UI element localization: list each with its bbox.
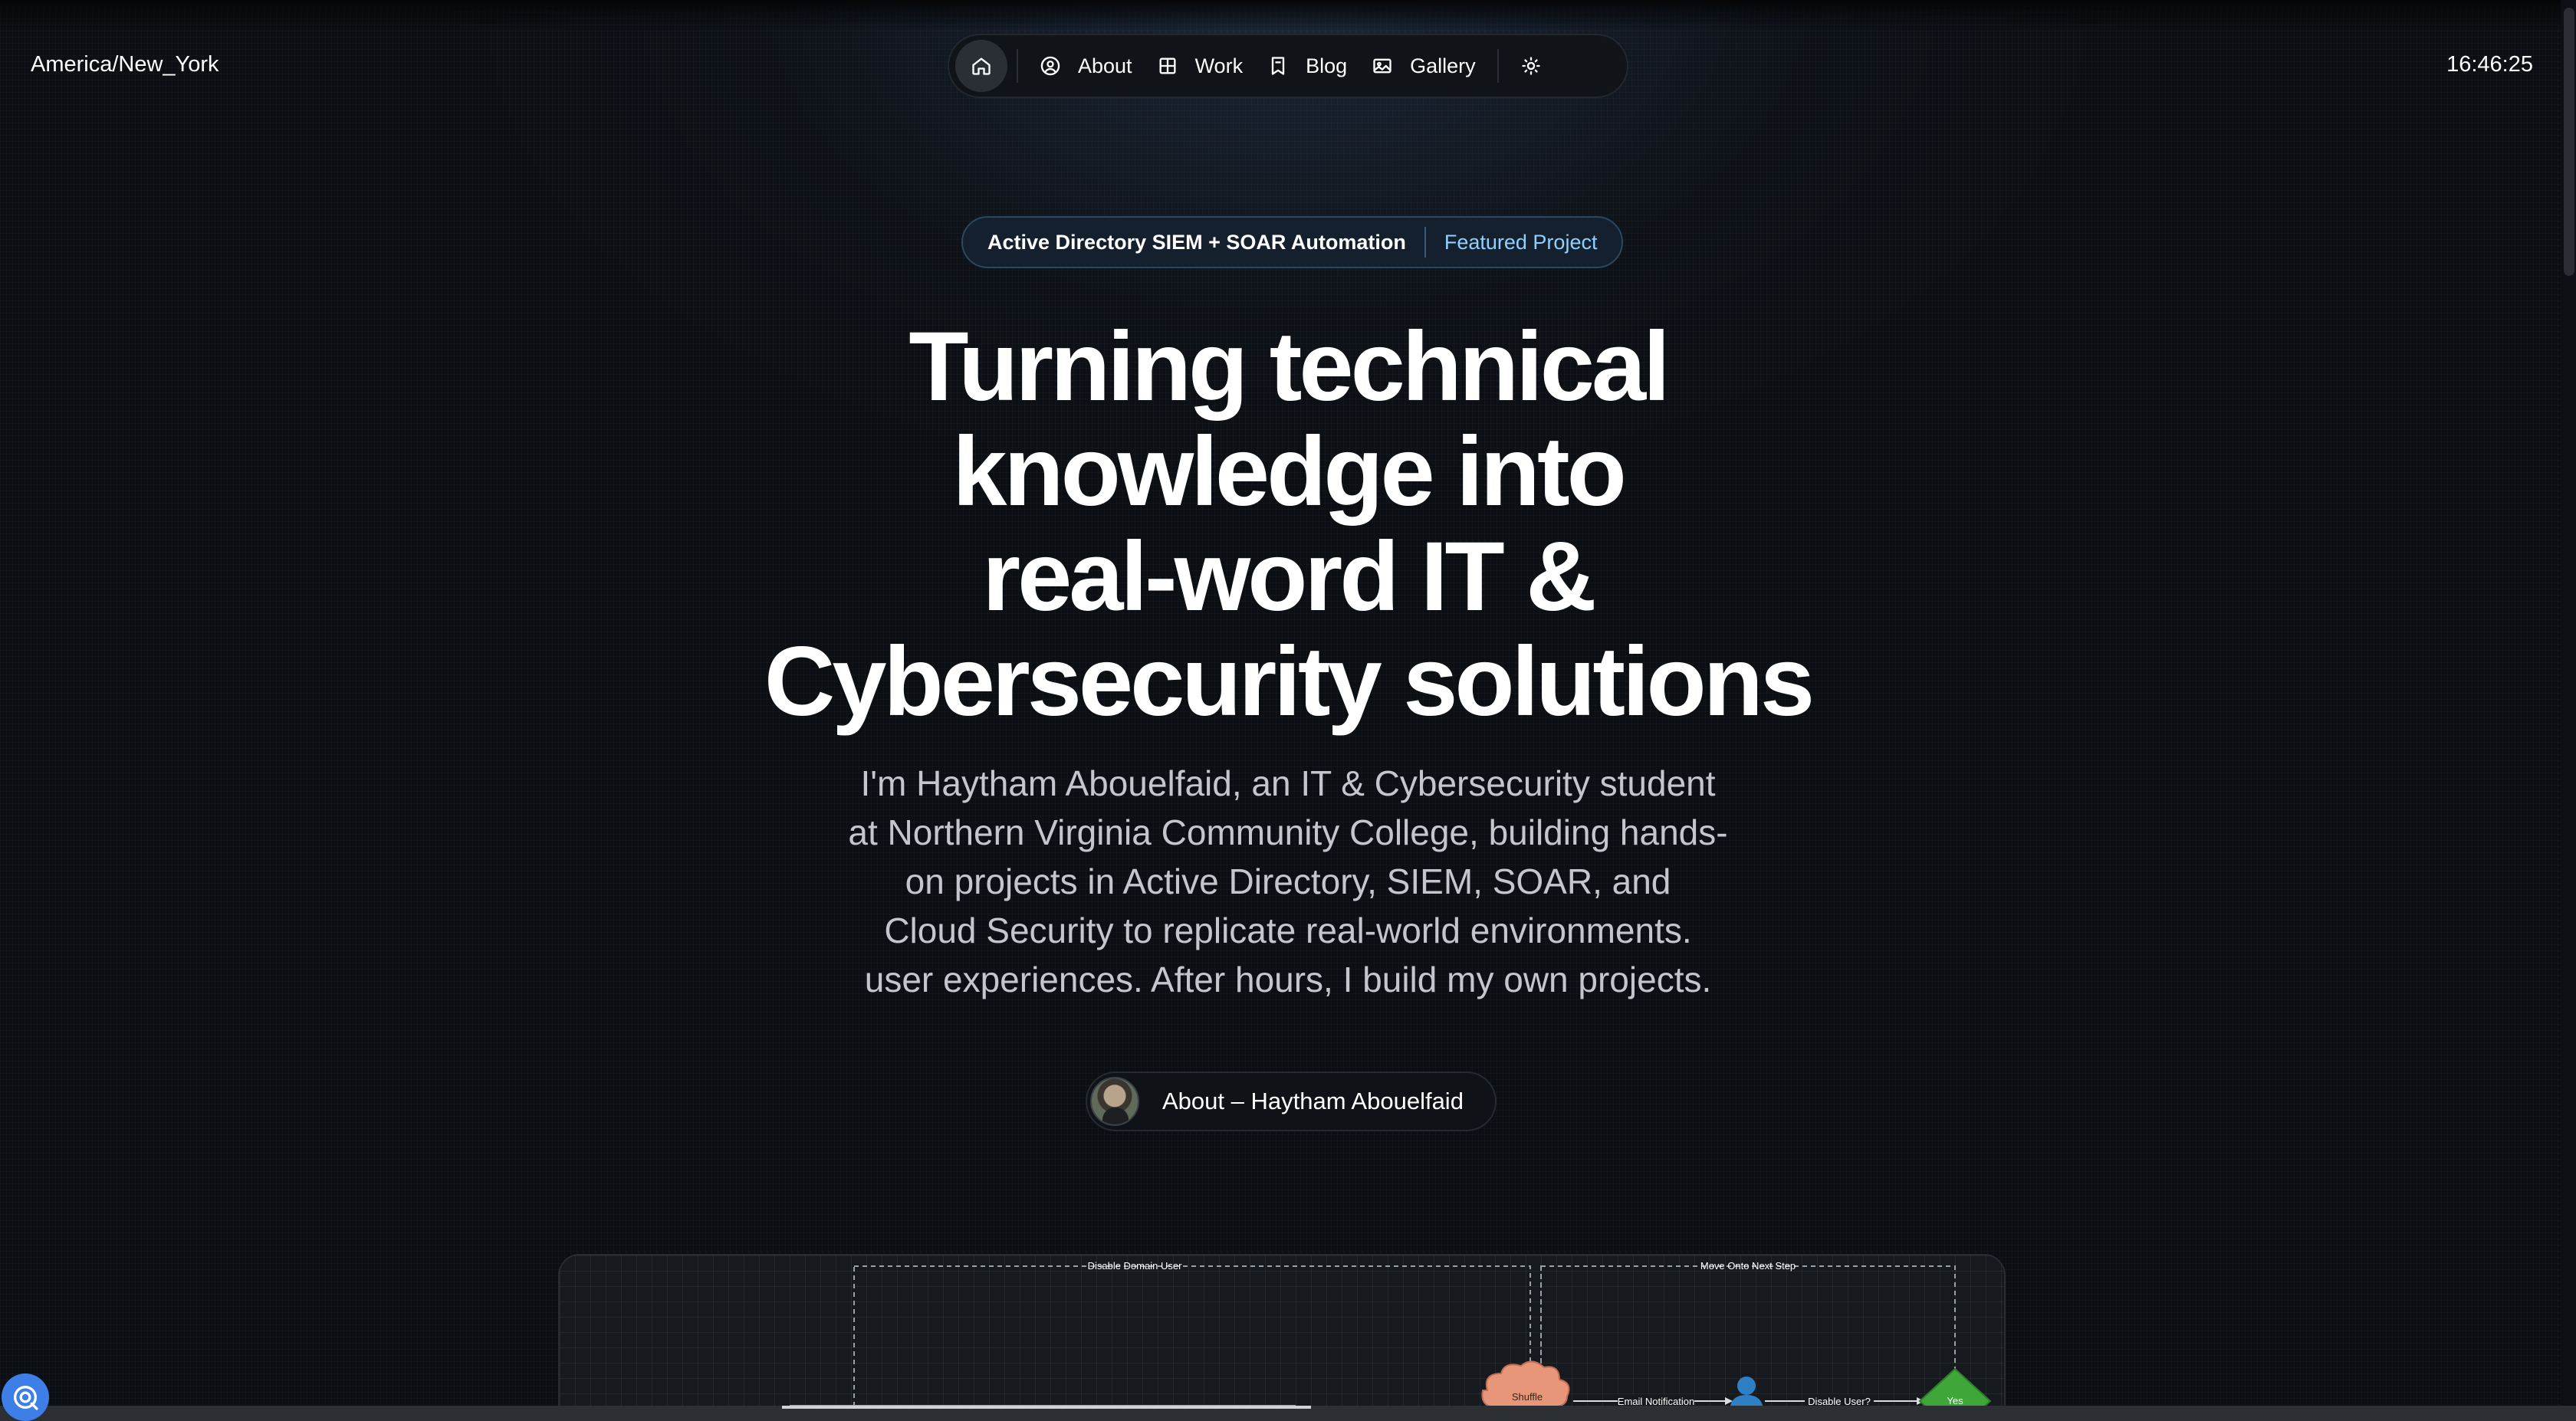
featured-project-tag: Featured Project: [1444, 230, 1598, 254]
featured-project-badge[interactable]: Active Directory SIEM + SOAR Automation …: [961, 216, 1624, 268]
theme-toggle-button[interactable]: [1508, 40, 1554, 92]
hero-subtitle-line: on projects in Active Directory, SIEM, S…: [905, 861, 1671, 901]
hero-subtitle-line: at Northern Virginia Community College, …: [848, 812, 1728, 852]
bottom-bar: [0, 1406, 2576, 1421]
image-icon: [1373, 58, 1392, 74]
target-icon: [14, 1386, 38, 1410]
bottom-bar-indicator: [782, 1406, 1311, 1409]
nav-item-gallery[interactable]: Gallery: [1359, 40, 1488, 92]
hero-subtitle: I'm Haytham Abouelfaid, an IT & Cybersec…: [790, 759, 1786, 1004]
hero-title-line: Cybersecurity solutions: [764, 627, 1815, 737]
user-icon: [1737, 1377, 1756, 1395]
hero-subtitle-line: Cloud Security to replicate real-world e…: [884, 911, 1692, 950]
clock: 16:46:25: [2446, 52, 2533, 77]
main-nav: About Work Blog Gallery: [948, 34, 1628, 98]
timezone-label: America/New_York: [31, 52, 219, 77]
diagram-group-label: Disable Domain User: [1088, 1260, 1182, 1272]
diagram-group-disable-user: [853, 1265, 1531, 1421]
nav-item-blog[interactable]: Blog: [1255, 40, 1359, 92]
nav-item-label: About: [1078, 54, 1132, 77]
floating-assistant-button[interactable]: [2, 1373, 49, 1421]
scrollbar-thumb[interactable]: [2564, 8, 2574, 276]
top-fade: [0, 0, 2576, 31]
badge-divider: [1424, 227, 1426, 258]
nav-divider: [1017, 49, 1018, 83]
nav-item-work[interactable]: Work: [1145, 40, 1256, 92]
hero-title-line: Turning technical: [909, 312, 1670, 422]
scrollbar[interactable]: [2561, 0, 2576, 1406]
project-diagram-preview[interactable]: Disable Domain User Move Onto Next Step …: [558, 1254, 2006, 1421]
nav-home-button[interactable]: [955, 40, 1007, 92]
nav-item-about[interactable]: About: [1027, 40, 1145, 92]
user-circle-icon: [1040, 56, 1060, 76]
hero-title: Turning technical knowledge into real-wo…: [598, 314, 1978, 734]
hero-subtitle-line: user experiences. After hours, I build m…: [864, 960, 1712, 999]
nav-item-label: Gallery: [1410, 54, 1476, 77]
nav-item-label: Work: [1194, 54, 1244, 77]
featured-project-title: Active Directory SIEM + SOAR Automation: [987, 230, 1406, 254]
hero-title-line: knowledge into: [952, 417, 1627, 527]
about-link-label: About – Haytham Abouelfaid: [1162, 1088, 1464, 1114]
hero-title-line: real-word IT &: [982, 522, 1596, 632]
book-icon: [1271, 57, 1285, 75]
diagram-node-label: Yes: [1947, 1395, 1963, 1406]
diagram-node-label: Shuffle: [1512, 1391, 1543, 1403]
grid-icon: [1159, 57, 1176, 74]
workflow-diagram: Disable Domain User Move Onto Next Step …: [790, 1260, 1992, 1421]
sun-icon: [1521, 57, 1540, 75]
diagram-group-label: Move Onto Next Step: [1700, 1260, 1796, 1272]
nav-item-label: Blog: [1306, 54, 1348, 77]
hero-subtitle-line: I'm Haytham Abouelfaid, an IT & Cybersec…: [860, 763, 1716, 803]
about-link-button[interactable]: About – Haytham Abouelfaid: [1086, 1071, 1497, 1131]
avatar: [1090, 1077, 1139, 1126]
nav-divider: [1497, 49, 1499, 83]
home-icon: [972, 57, 991, 75]
portfolio-page: America/New_York 16:46:25 About Work Blo…: [0, 0, 2576, 1421]
